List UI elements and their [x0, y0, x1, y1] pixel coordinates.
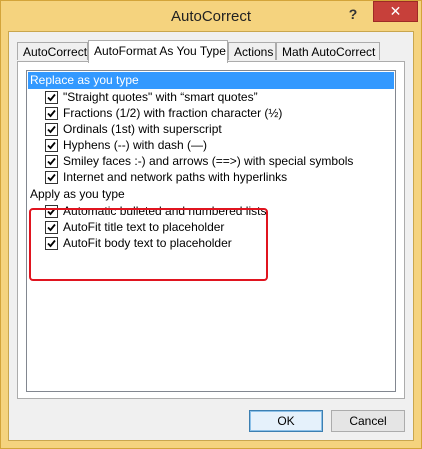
check-icon	[47, 207, 56, 216]
check-icon	[47, 109, 56, 118]
options-list[interactable]: Replace as you type "Straight quotes" wi…	[26, 70, 396, 392]
checkbox-smiley-faces[interactable]	[45, 155, 58, 168]
option-hyphens[interactable]: Hyphens (--) with dash (—)	[45, 138, 207, 154]
check-icon	[47, 141, 56, 150]
checkbox-straight-quotes[interactable]	[45, 91, 58, 104]
checkbox-bulleted-lists[interactable]	[45, 205, 58, 218]
tab-actions[interactable]: Actions	[228, 42, 276, 60]
check-icon	[47, 93, 56, 102]
title-bar[interactable]: AutoCorrect ? ✕	[1, 1, 421, 31]
dialog-body: AutoCorrect AutoFormat As You Type Actio…	[8, 31, 414, 441]
close-button[interactable]: ✕	[373, 1, 418, 22]
cancel-button[interactable]: Cancel	[331, 410, 405, 432]
tab-panel-autoformat: Replace as you type "Straight quotes" wi…	[17, 61, 405, 399]
checkbox-hyperlinks[interactable]	[45, 171, 58, 184]
option-label: "Straight quotes" with “smart quotes”	[63, 90, 258, 104]
group-header-replace-as-you-type[interactable]: Replace as you type	[28, 72, 394, 89]
check-icon	[47, 239, 56, 248]
checkbox-autofit-body[interactable]	[45, 237, 58, 250]
tab-autoformat-as-you-type[interactable]: AutoFormat As You Type	[88, 40, 228, 63]
group-header-apply-as-you-type[interactable]: Apply as you type	[28, 186, 394, 203]
check-icon	[47, 173, 56, 182]
option-smiley-faces[interactable]: Smiley faces :-) and arrows (==>) with s…	[45, 154, 353, 170]
check-icon	[47, 125, 56, 134]
tab-autocorrect[interactable]: AutoCorrect	[17, 42, 88, 60]
option-autofit-body[interactable]: AutoFit body text to placeholder	[45, 236, 232, 252]
option-label: Hyphens (--) with dash (—)	[63, 138, 208, 152]
checkbox-hyphens[interactable]	[45, 139, 58, 152]
option-label: Automatic bulleted and numbered lists	[63, 204, 267, 218]
checkbox-ordinals[interactable]	[45, 123, 58, 136]
option-hyperlinks[interactable]: Internet and network paths with hyperlin…	[45, 170, 287, 186]
option-label: Fractions (1/2) with fraction character …	[63, 106, 283, 120]
autocorrect-dialog: AutoCorrect ? ✕ AutoCorrect AutoFormat A…	[0, 0, 422, 449]
option-autofit-title[interactable]: AutoFit title text to placeholder	[45, 220, 224, 236]
option-label: AutoFit title text to placeholder	[63, 220, 225, 234]
check-icon	[47, 223, 56, 232]
option-label: AutoFit body text to placeholder	[63, 236, 232, 250]
help-button[interactable]: ?	[341, 4, 365, 24]
checkbox-autofit-title[interactable]	[45, 221, 58, 234]
option-label: Smiley faces :-) and arrows (==>) with s…	[63, 154, 354, 168]
option-fractions[interactable]: Fractions (1/2) with fraction character …	[45, 106, 282, 122]
option-bulleted-lists[interactable]: Automatic bulleted and numbered lists	[45, 204, 266, 220]
option-label: Internet and network paths with hyperlin…	[63, 170, 288, 184]
option-ordinals[interactable]: Ordinals (1st) with superscript	[45, 122, 222, 138]
ok-button[interactable]: OK	[249, 410, 323, 432]
option-straight-quotes[interactable]: "Straight quotes" with “smart quotes”	[45, 90, 258, 106]
checkbox-fractions[interactable]	[45, 107, 58, 120]
check-icon	[47, 157, 56, 166]
option-label: Ordinals (1st) with superscript	[63, 122, 222, 136]
tab-math-autocorrect[interactable]: Math AutoCorrect	[276, 42, 380, 60]
